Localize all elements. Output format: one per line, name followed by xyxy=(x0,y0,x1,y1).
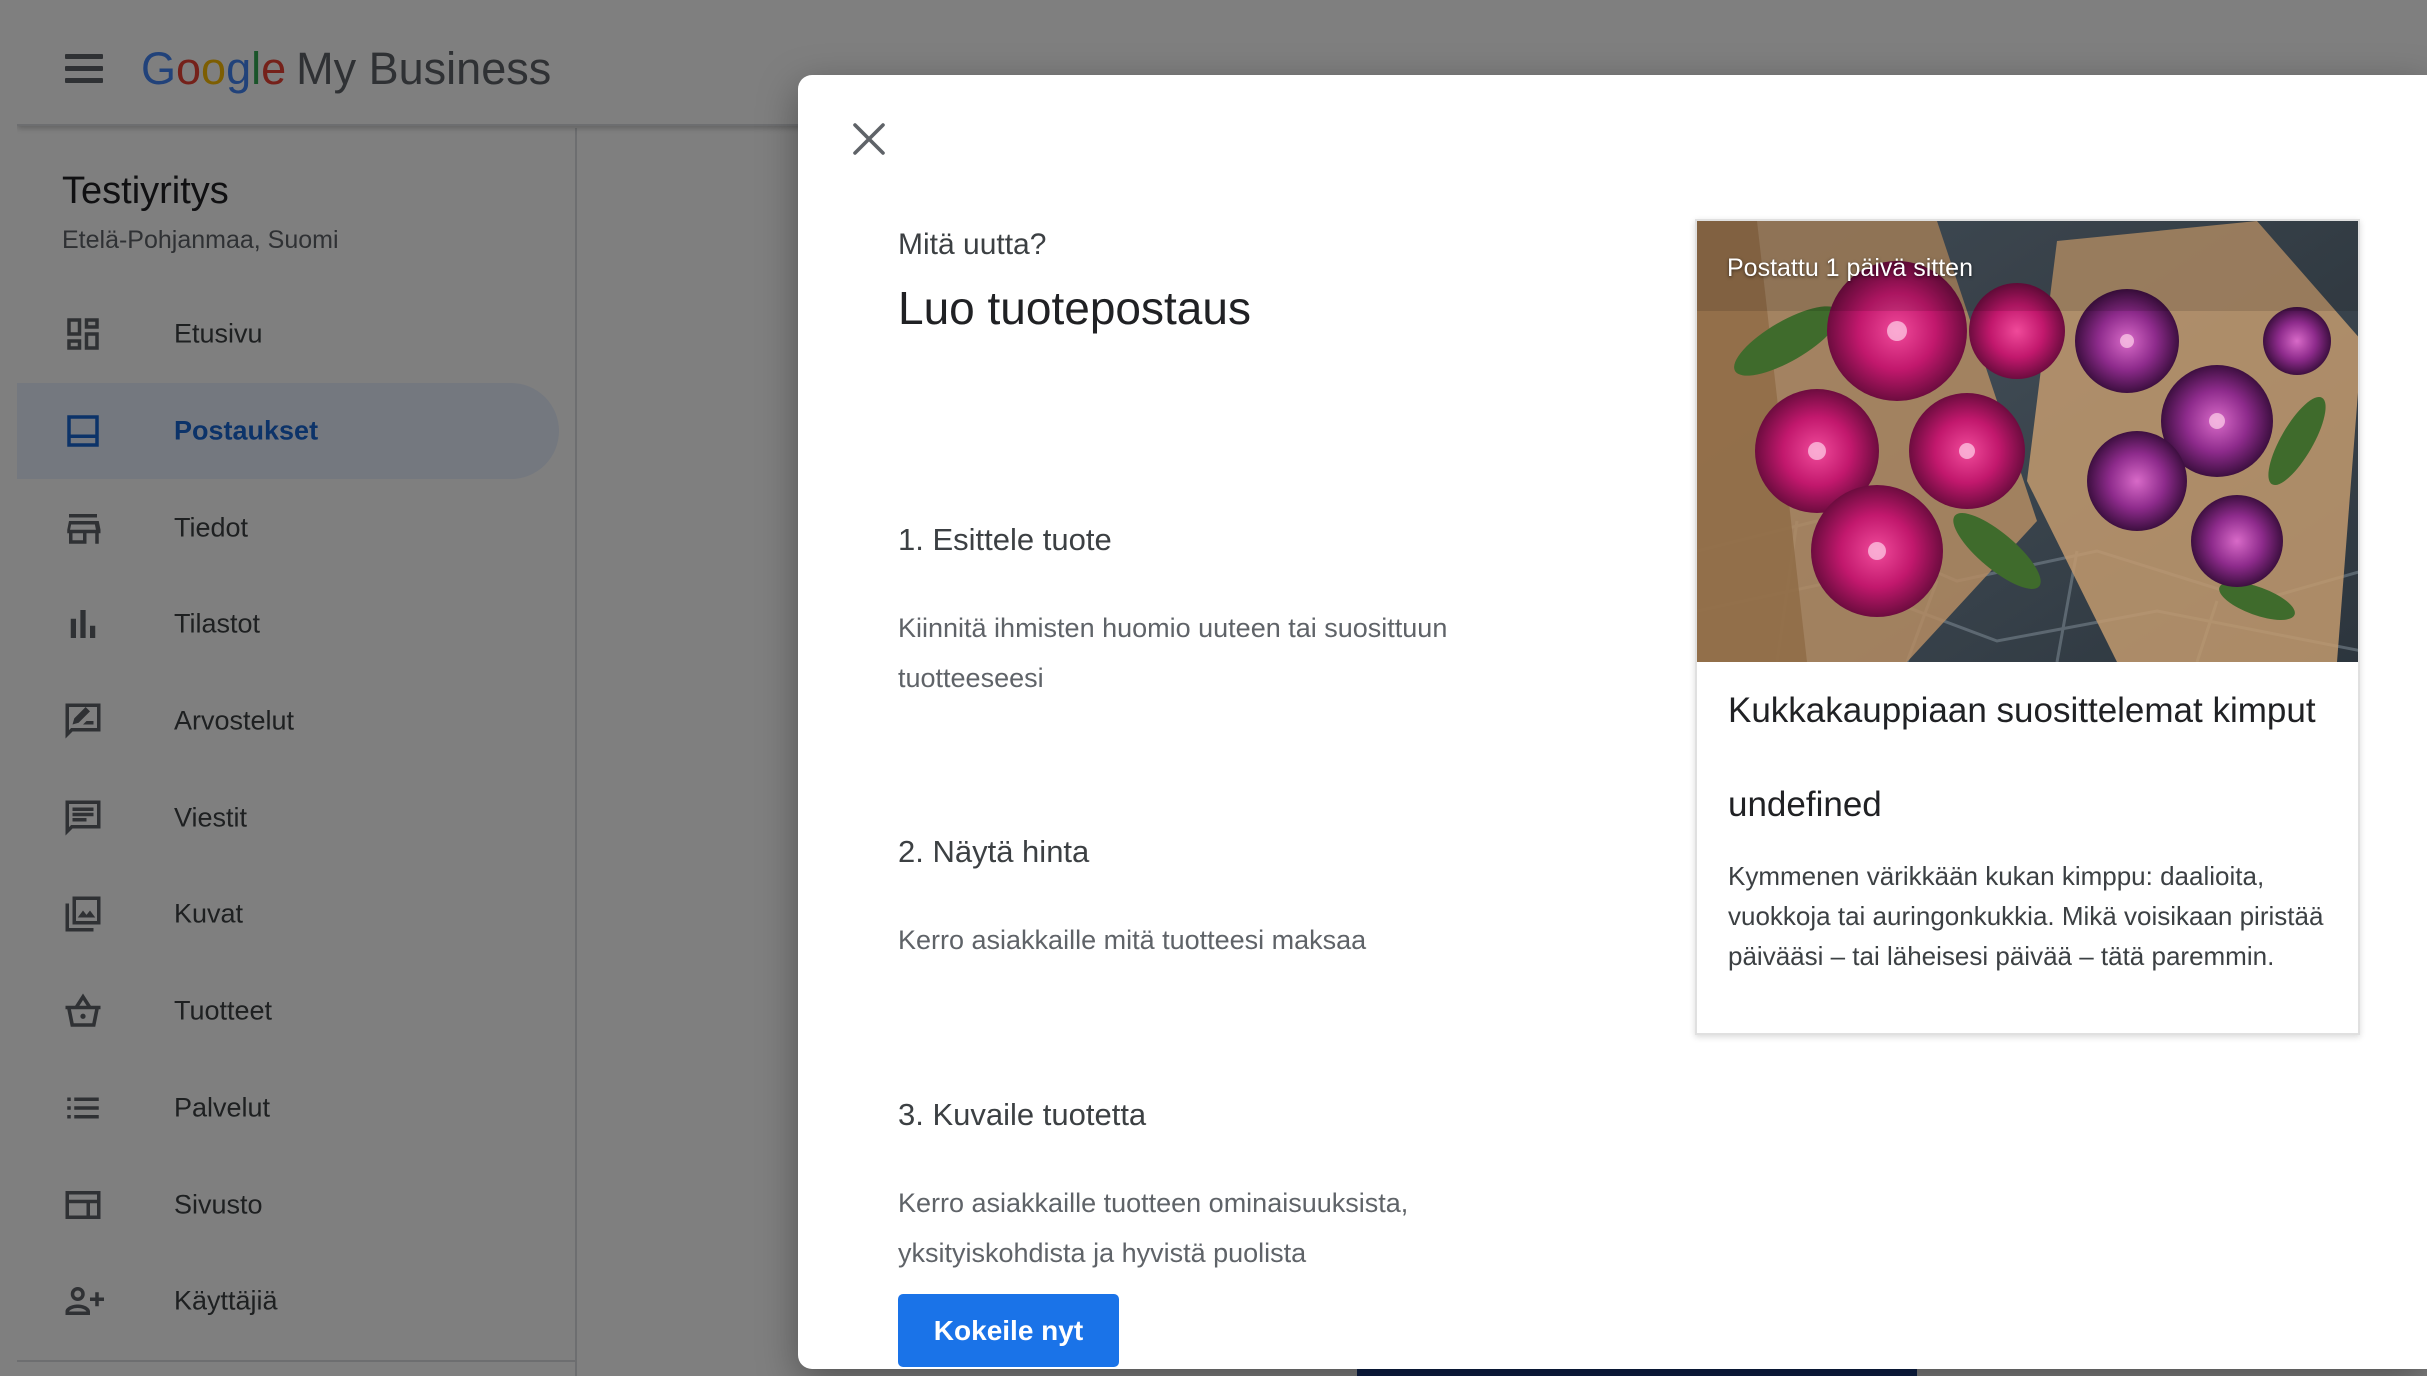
step-1-title: 1. Esittele tuote xyxy=(898,522,1112,557)
step-1-description: Kiinnitä ihmisten huomio uuteen tai suos… xyxy=(898,613,1448,693)
step-3-title: 3. Kuvaile tuotetta xyxy=(898,1097,1147,1132)
try-now-button[interactable]: Kokeile nyt xyxy=(898,1294,1119,1367)
dialog-title: Luo tuotepostaus xyxy=(898,282,1251,334)
dialog-kicker: Mitä uutta? xyxy=(898,228,1047,261)
product-title: Kukkakauppiaan suosittelemat kimput xyxy=(1728,691,2316,730)
product-description: Kymmenen värikkään kukan kimppu: daalioi… xyxy=(1728,861,2324,971)
step-2-title: 2. Näytä hinta xyxy=(898,834,1090,869)
posted-time-label: Postattu 1 päivä sitten xyxy=(1727,254,1973,282)
flower-bouquet-image: Postattu 1 päivä sitten xyxy=(1697,221,2358,662)
post-preview-card: Postattu 1 päivä sitten Kukkakauppiaan s… xyxy=(1695,219,2360,1035)
step-2-description: Kerro asiakkaille mitä tuotteesi maksaa xyxy=(898,925,1367,955)
product-price: undefined xyxy=(1728,785,1882,824)
step-3-description: Kerro asiakkaille tuotteen ominaisuuksis… xyxy=(898,1188,1409,1268)
create-product-post-dialog: Mitä uutta? Luo tuotepostaus 1. Esittele… xyxy=(798,75,2427,1369)
close-icon[interactable] xyxy=(845,115,893,163)
